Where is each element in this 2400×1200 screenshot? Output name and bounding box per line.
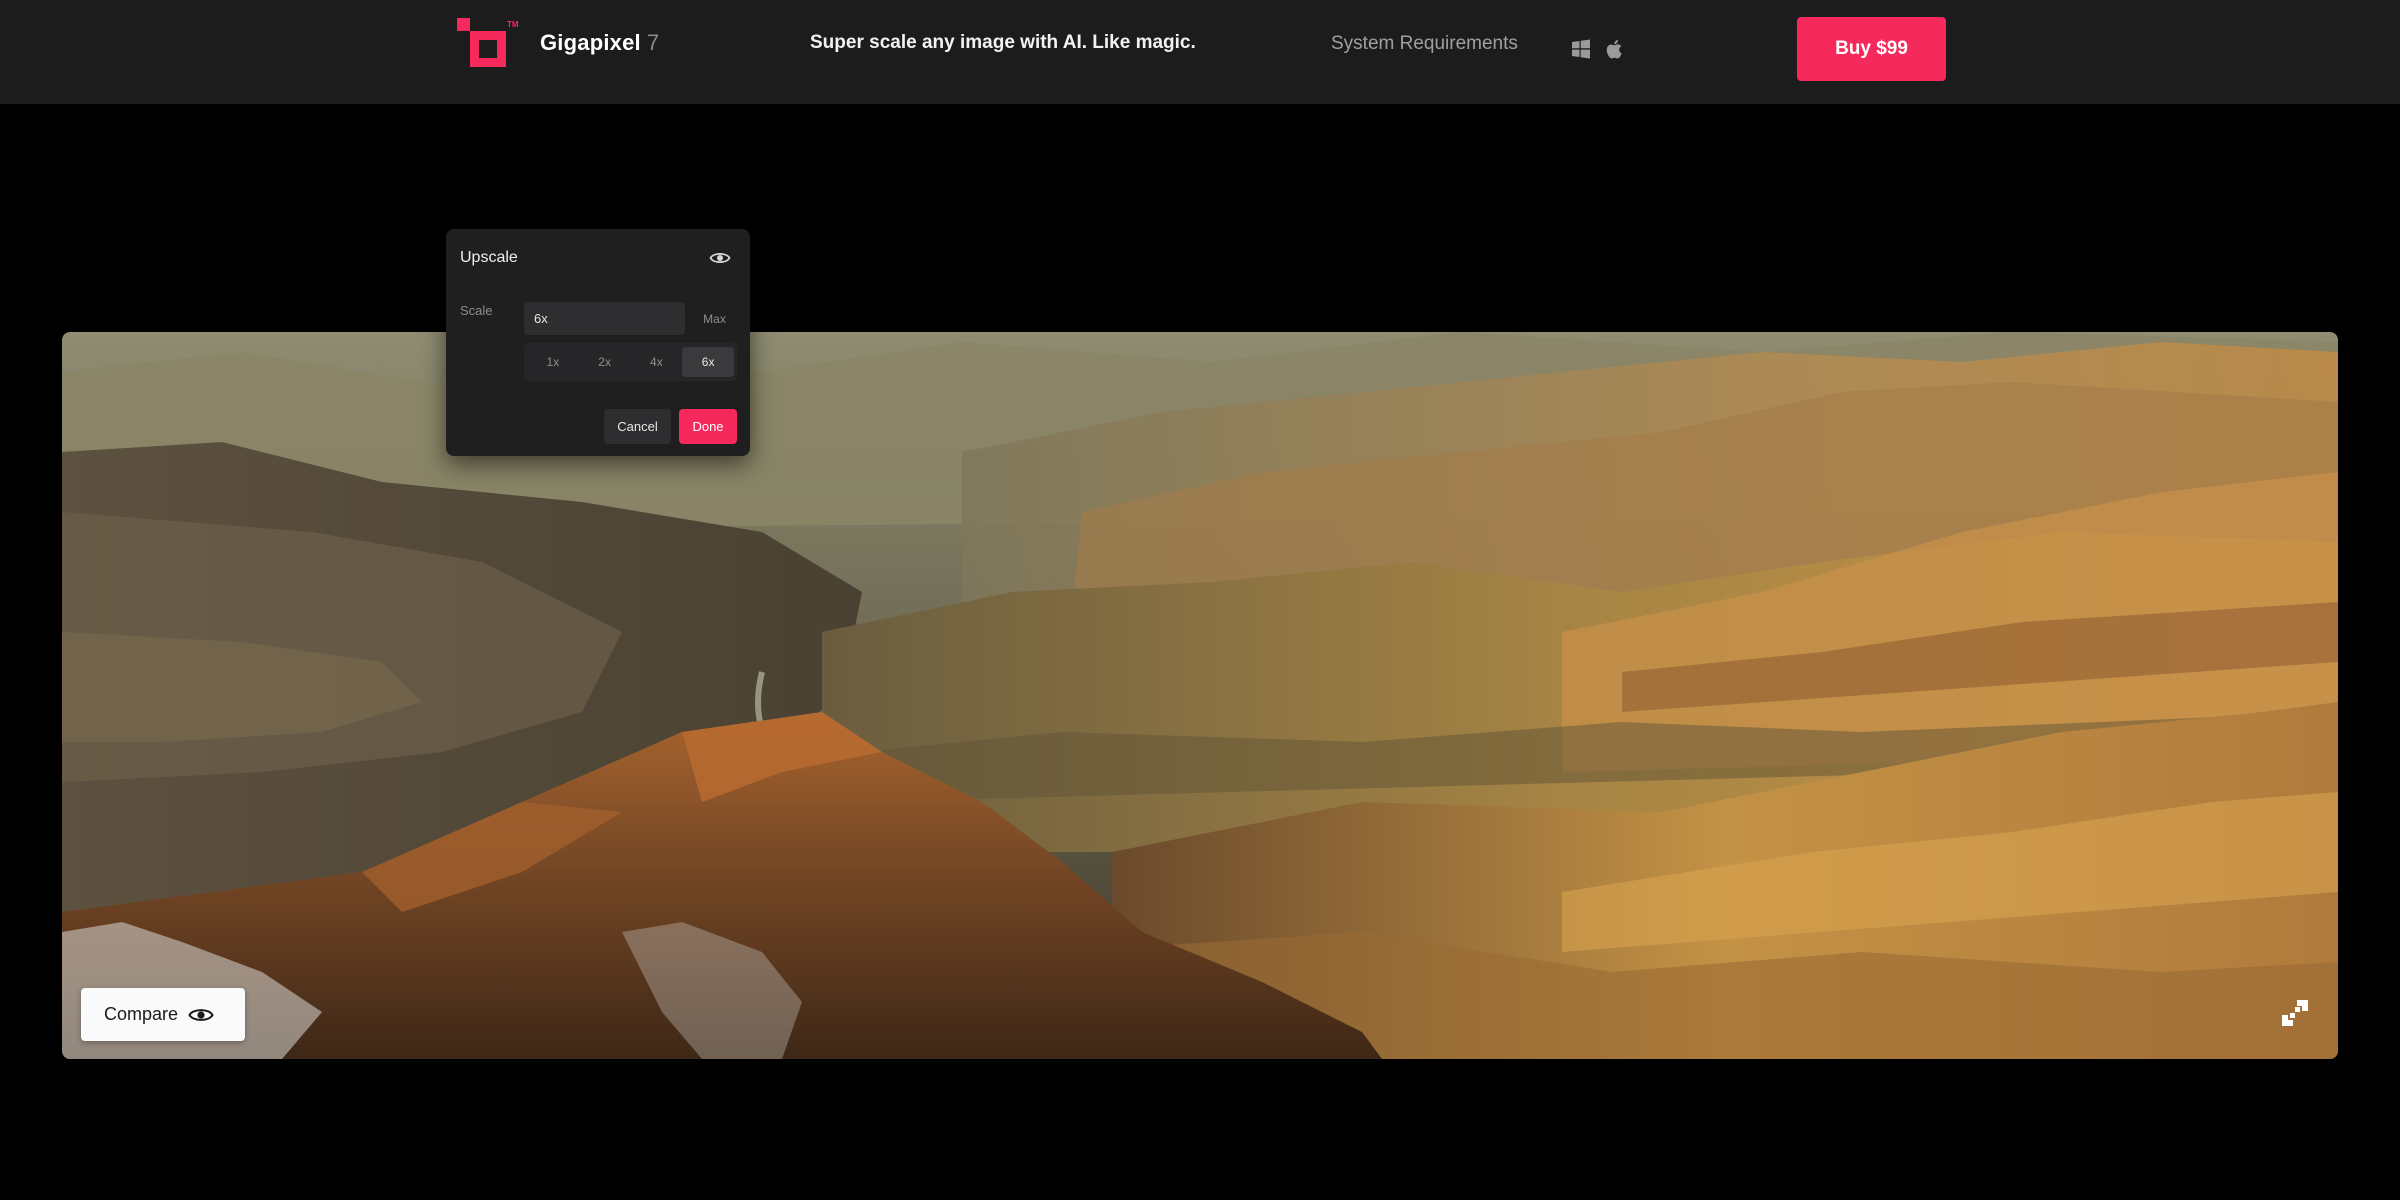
canyon-illustration <box>62 332 2338 1059</box>
compare-label: Compare <box>104 1004 179 1024</box>
scale-options: 1x 2x 4x 6x <box>524 343 737 381</box>
eye-icon[interactable] <box>709 249 731 267</box>
upscale-panel: Upscale Scale Max 1x 2x 4x 6x Cancel Don… <box>446 229 750 456</box>
brand-title: Gigapixel <box>540 30 641 55</box>
gigapixel-logo-icon[interactable]: TM <box>457 18 519 74</box>
buy-button[interactable]: Buy $99 <box>1797 17 1946 81</box>
scale-option-2x[interactable]: 2x <box>579 347 631 377</box>
scale-input[interactable] <box>524 302 685 335</box>
cancel-button[interactable]: Cancel <box>604 409 671 444</box>
done-button[interactable]: Done <box>679 409 737 444</box>
tagline: Super scale any image with AI. Like magi… <box>810 32 1196 53</box>
windows-icon <box>1572 39 1590 59</box>
top-navigation-bar: TM Gigapixel 7 Super scale any image with… <box>0 0 2400 104</box>
scale-option-1x[interactable]: 1x <box>527 347 579 377</box>
brand-version: 7 <box>646 30 660 55</box>
max-button[interactable]: Max <box>692 302 737 335</box>
compare-button[interactable]: Compare <box>81 988 245 1041</box>
canyon-image[interactable] <box>62 332 2338 1059</box>
scale-option-4x[interactable]: 4x <box>631 347 683 377</box>
eye-icon <box>188 1008 214 1021</box>
system-requirements-link[interactable]: System Requirements <box>1331 33 1518 55</box>
expand-icon[interactable] <box>2280 998 2310 1028</box>
brand-name[interactable]: Gigapixel 7 <box>540 30 659 56</box>
panel-title: Upscale <box>460 249 518 266</box>
scale-label: Scale <box>460 303 493 318</box>
apple-icon <box>1606 40 1622 59</box>
trademark-mark: TM <box>507 20 519 29</box>
scale-option-6x[interactable]: 6x <box>682 347 734 377</box>
